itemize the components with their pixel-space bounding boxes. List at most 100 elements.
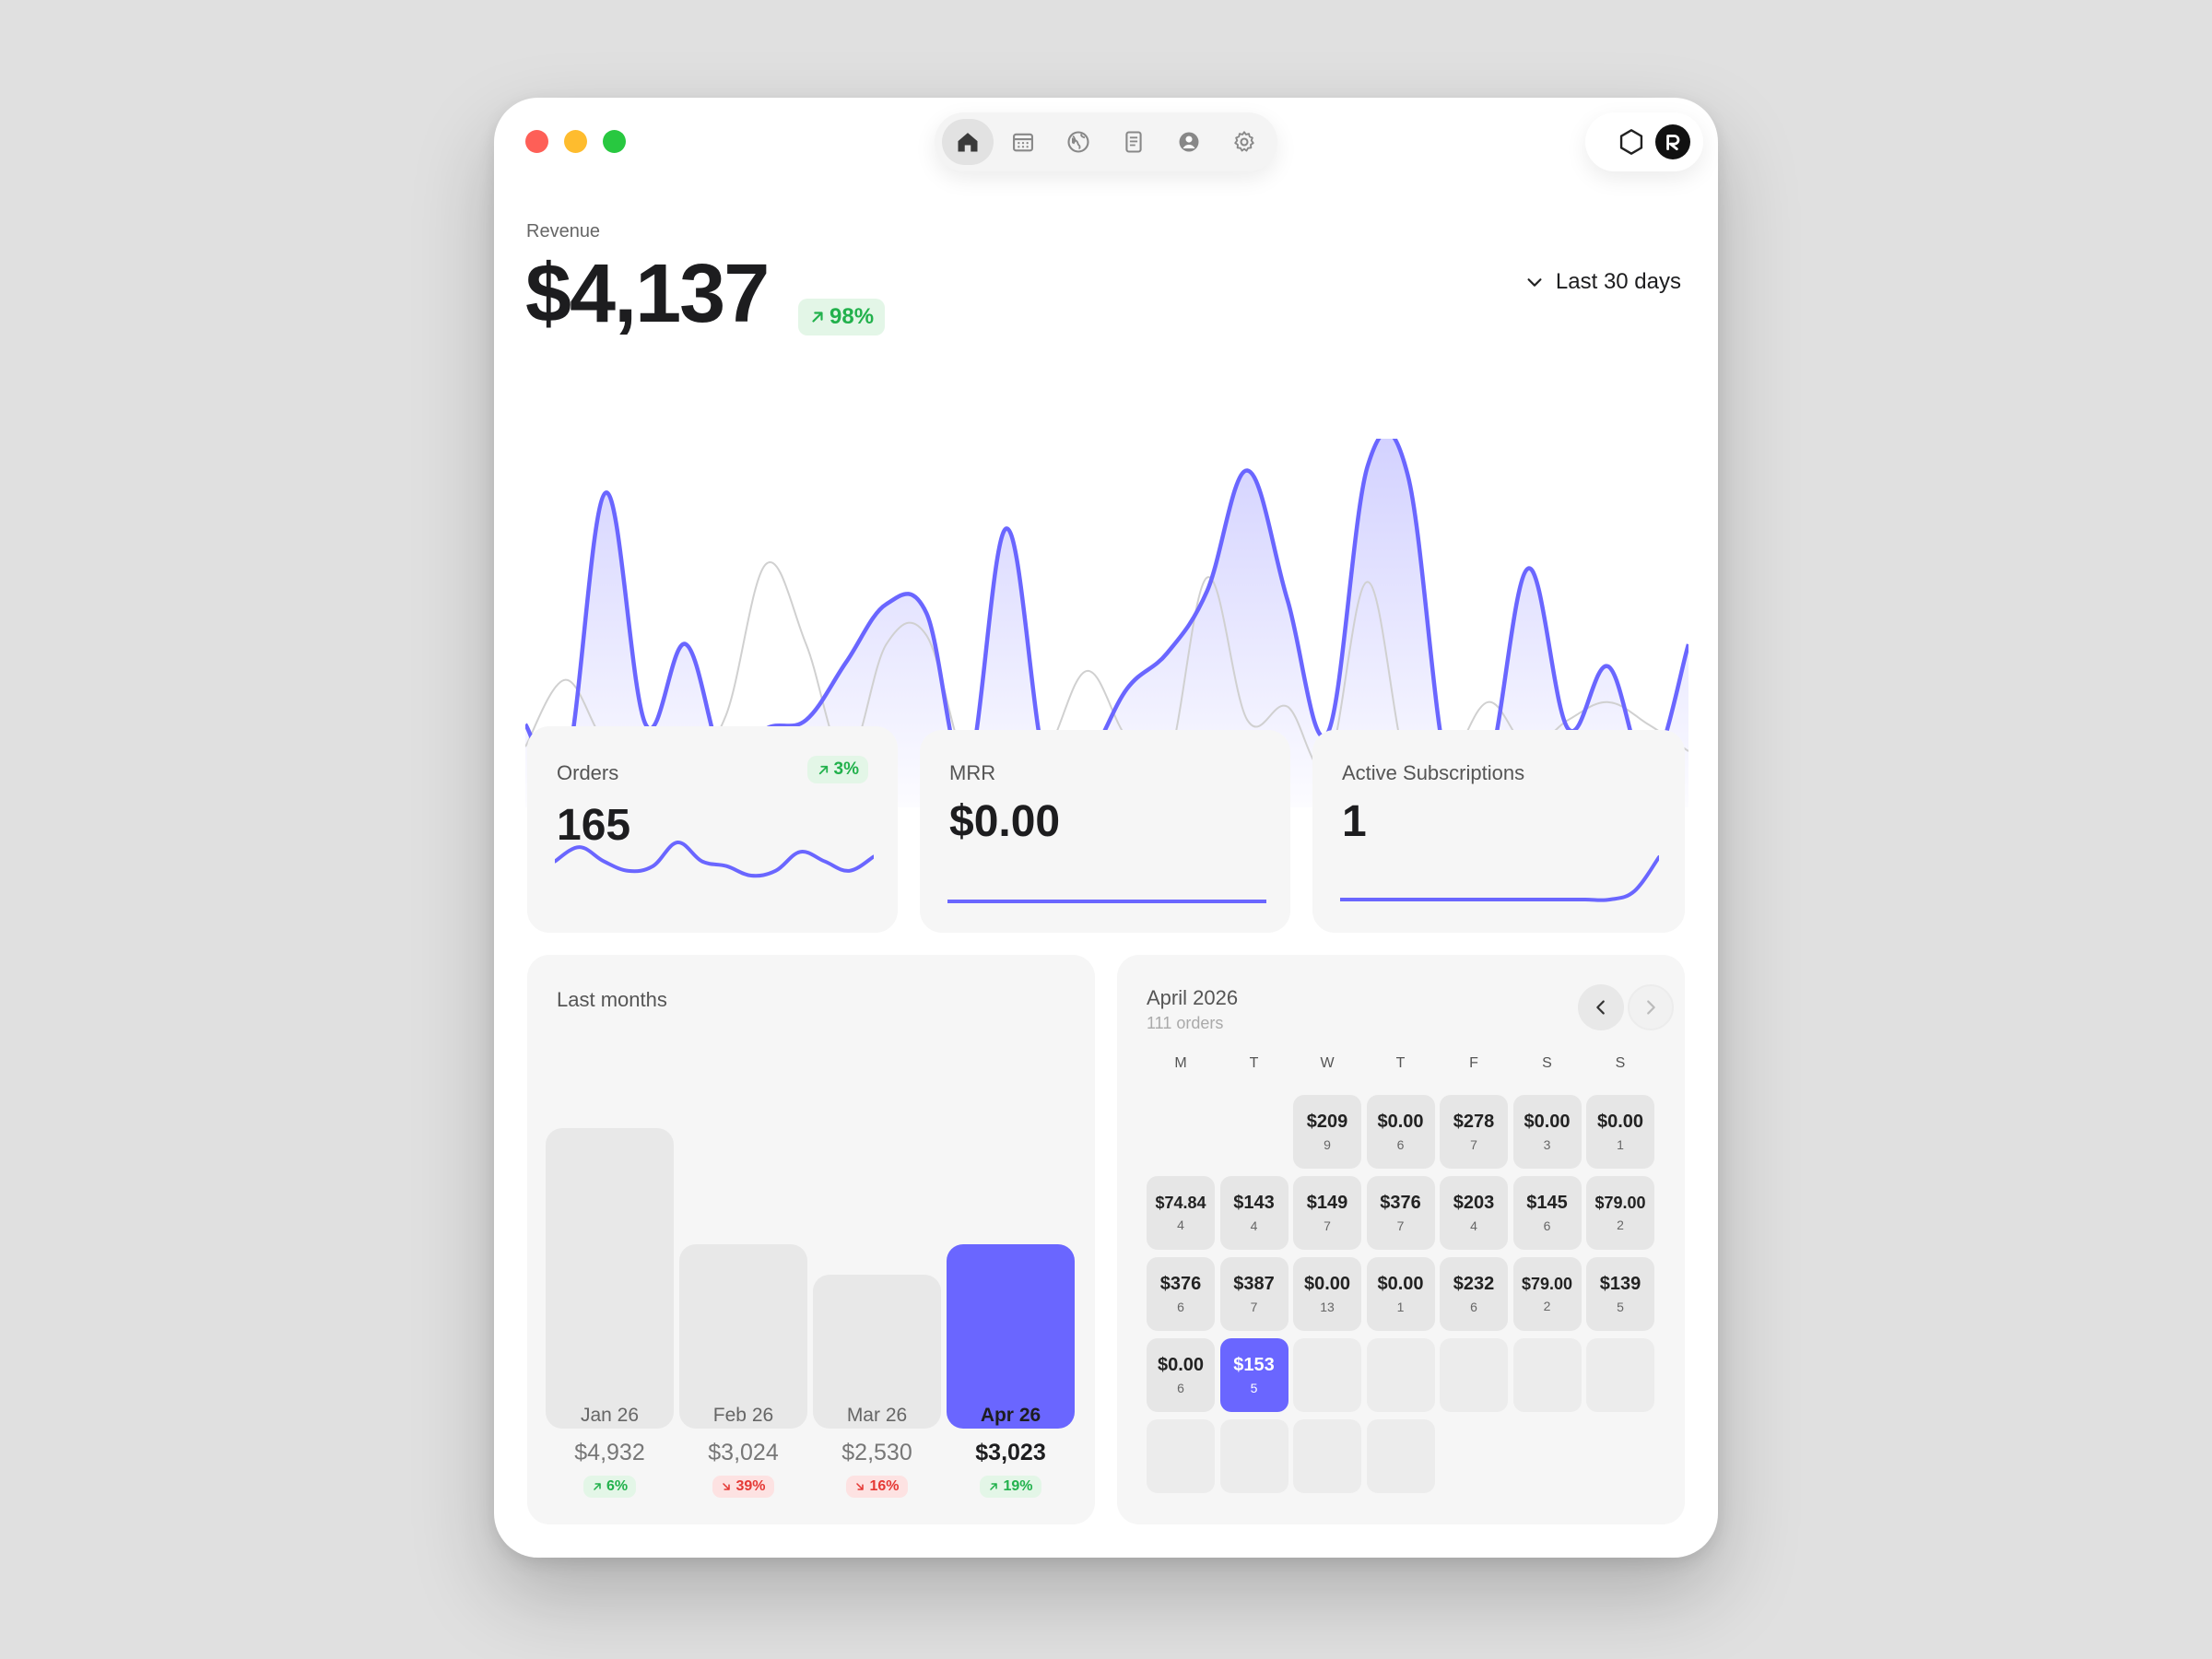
calendar-day[interactable]: $376 6 (1147, 1257, 1215, 1331)
day-order-count: 13 (1320, 1300, 1335, 1314)
day-order-count: 4 (1470, 1218, 1477, 1233)
nav-globe[interactable] (1053, 119, 1104, 165)
day-revenue: $0.00 (1377, 1274, 1424, 1294)
nav-settings[interactable] (1218, 119, 1270, 165)
subscriptions-card[interactable]: Active Subscriptions 1 (1312, 730, 1685, 933)
day-order-count: 6 (1470, 1300, 1477, 1314)
calendar-day-empty (1366, 1419, 1435, 1493)
calendar-day[interactable]: $0.00 13 (1293, 1257, 1361, 1331)
month-change-badge: 6% (582, 1476, 637, 1498)
arrow-down-right-icon (856, 1483, 865, 1490)
month-name: Feb 26 (712, 1405, 774, 1426)
mrr-value: $0.00 (949, 797, 1061, 846)
calendar-day[interactable]: $149 7 (1293, 1176, 1361, 1250)
month-revenue: $3,023 (975, 1440, 1046, 1465)
mrr-sparkline (947, 900, 1266, 903)
chevron-right-icon (1647, 1000, 1655, 1015)
month-revenue: $2,530 (841, 1440, 912, 1465)
calendar-day-empty (1586, 1338, 1654, 1412)
weekday-label: S (1542, 1055, 1552, 1071)
nav-profile[interactable] (1163, 119, 1215, 165)
day-order-count: 1 (1396, 1300, 1405, 1314)
top-navigation (935, 112, 1277, 171)
day-revenue: $0.00 (1596, 1112, 1644, 1132)
month-change-value: 19% (1003, 1478, 1033, 1494)
calendar-day[interactable]: $387 7 (1219, 1257, 1288, 1331)
day-revenue: $376 (1380, 1193, 1421, 1213)
month-summary: Mar 26 $2,530 16% (810, 1405, 944, 1498)
month-change-value: 39% (735, 1478, 766, 1494)
calendar-day[interactable]: $74.84 4 (1147, 1176, 1215, 1250)
calendar-day[interactable]: $79.00 2 (1586, 1176, 1654, 1250)
calendar-day[interactable]: $0.00 1 (1586, 1095, 1654, 1169)
calendar-day[interactable]: $232 6 (1440, 1257, 1508, 1331)
month-summary: Jan 26 $4,932 6% (543, 1405, 677, 1498)
calendar-day[interactable]: $145 6 (1512, 1176, 1582, 1250)
calendar-day[interactable]: $139 5 (1586, 1257, 1654, 1331)
settings-icon (1234, 131, 1254, 152)
hexagon-icon[interactable] (1617, 127, 1646, 157)
window-controls (525, 130, 626, 153)
day-revenue: $79.00 (1594, 1194, 1646, 1212)
maximize-window-button[interactable] (603, 130, 626, 153)
nav-calendar[interactable] (997, 119, 1049, 165)
month-summary: Apr 26 $3,023 19% (944, 1405, 1077, 1498)
month-bar[interactable] (679, 1244, 807, 1429)
calendar-day[interactable]: $0.00 6 (1366, 1095, 1435, 1169)
document-icon (1125, 131, 1142, 153)
calendar-day-empty (1219, 1419, 1288, 1493)
orders-change-badge: 3% (806, 756, 868, 783)
day-order-count: 5 (1250, 1381, 1258, 1395)
calendar-day[interactable]: $278 7 (1440, 1095, 1508, 1169)
calendar-next-button[interactable] (1628, 984, 1674, 1030)
calendar-day[interactable]: $143 4 (1219, 1176, 1288, 1250)
calendar-day-empty (1147, 1419, 1215, 1493)
arrow-up-right-icon (812, 312, 823, 323)
revenue-label: Revenue (526, 221, 601, 241)
calendar-order-count: 111 orders (1147, 1014, 1224, 1032)
day-order-count: 9 (1324, 1137, 1331, 1152)
calendar-day[interactable]: $376 7 (1366, 1176, 1435, 1250)
day-order-count: 5 (1617, 1300, 1624, 1314)
weekday-label: T (1249, 1055, 1259, 1071)
calendar-icon (1013, 133, 1033, 152)
subscriptions-title: Active Subscriptions (1342, 761, 1525, 784)
globe-icon (1067, 131, 1089, 153)
date-range-selector[interactable]: Last 30 days (1524, 269, 1681, 295)
close-window-button[interactable] (525, 130, 548, 153)
day-revenue: $387 (1233, 1274, 1275, 1294)
calendar-day[interactable]: $0.00 3 (1512, 1095, 1582, 1169)
month-bar[interactable] (947, 1244, 1075, 1429)
sparkline-path (555, 841, 874, 878)
month-name: Apr 26 (980, 1405, 1041, 1426)
calendar-day-empty (1440, 1338, 1508, 1412)
month-bar[interactable] (546, 1128, 674, 1429)
day-revenue: $203 (1453, 1193, 1495, 1213)
calendar-day-selected[interactable]: $153 5 (1219, 1338, 1288, 1412)
nav-documents[interactable] (1108, 119, 1159, 165)
day-revenue: $79.00 (1521, 1275, 1573, 1293)
calendar-day-empty (1293, 1338, 1361, 1412)
month-revenue: $4,932 (574, 1440, 645, 1465)
weekday-label: M (1174, 1055, 1187, 1071)
nav-home[interactable] (942, 119, 994, 165)
orders-card[interactable]: Orders 3% 165 (527, 726, 898, 933)
calendar-day[interactable]: $203 4 (1440, 1176, 1508, 1250)
day-order-count: 6 (1396, 1137, 1405, 1152)
calendar-day-empty (1293, 1419, 1361, 1493)
chevron-down-icon (1527, 278, 1542, 287)
calendar-day[interactable]: $79.00 2 (1512, 1257, 1582, 1331)
arrow-up-right-icon (594, 1483, 601, 1490)
calendar-prev-button[interactable] (1578, 984, 1624, 1030)
mrr-card[interactable]: MRR $0.00 (920, 730, 1290, 933)
date-range-label: Last 30 days (1555, 269, 1681, 294)
day-order-count: 6 (1177, 1381, 1184, 1395)
calendar-day[interactable]: $0.00 1 (1366, 1257, 1435, 1331)
calendar-day[interactable]: $209 9 (1293, 1095, 1361, 1169)
minimize-window-button[interactable] (564, 130, 587, 153)
calendar-day[interactable]: $0.00 6 (1147, 1338, 1215, 1412)
day-revenue: $209 (1306, 1112, 1348, 1132)
weekday-label: T (1395, 1055, 1406, 1071)
brand-logo-icon[interactable] (1655, 124, 1690, 159)
day-revenue: $153 (1233, 1355, 1275, 1375)
